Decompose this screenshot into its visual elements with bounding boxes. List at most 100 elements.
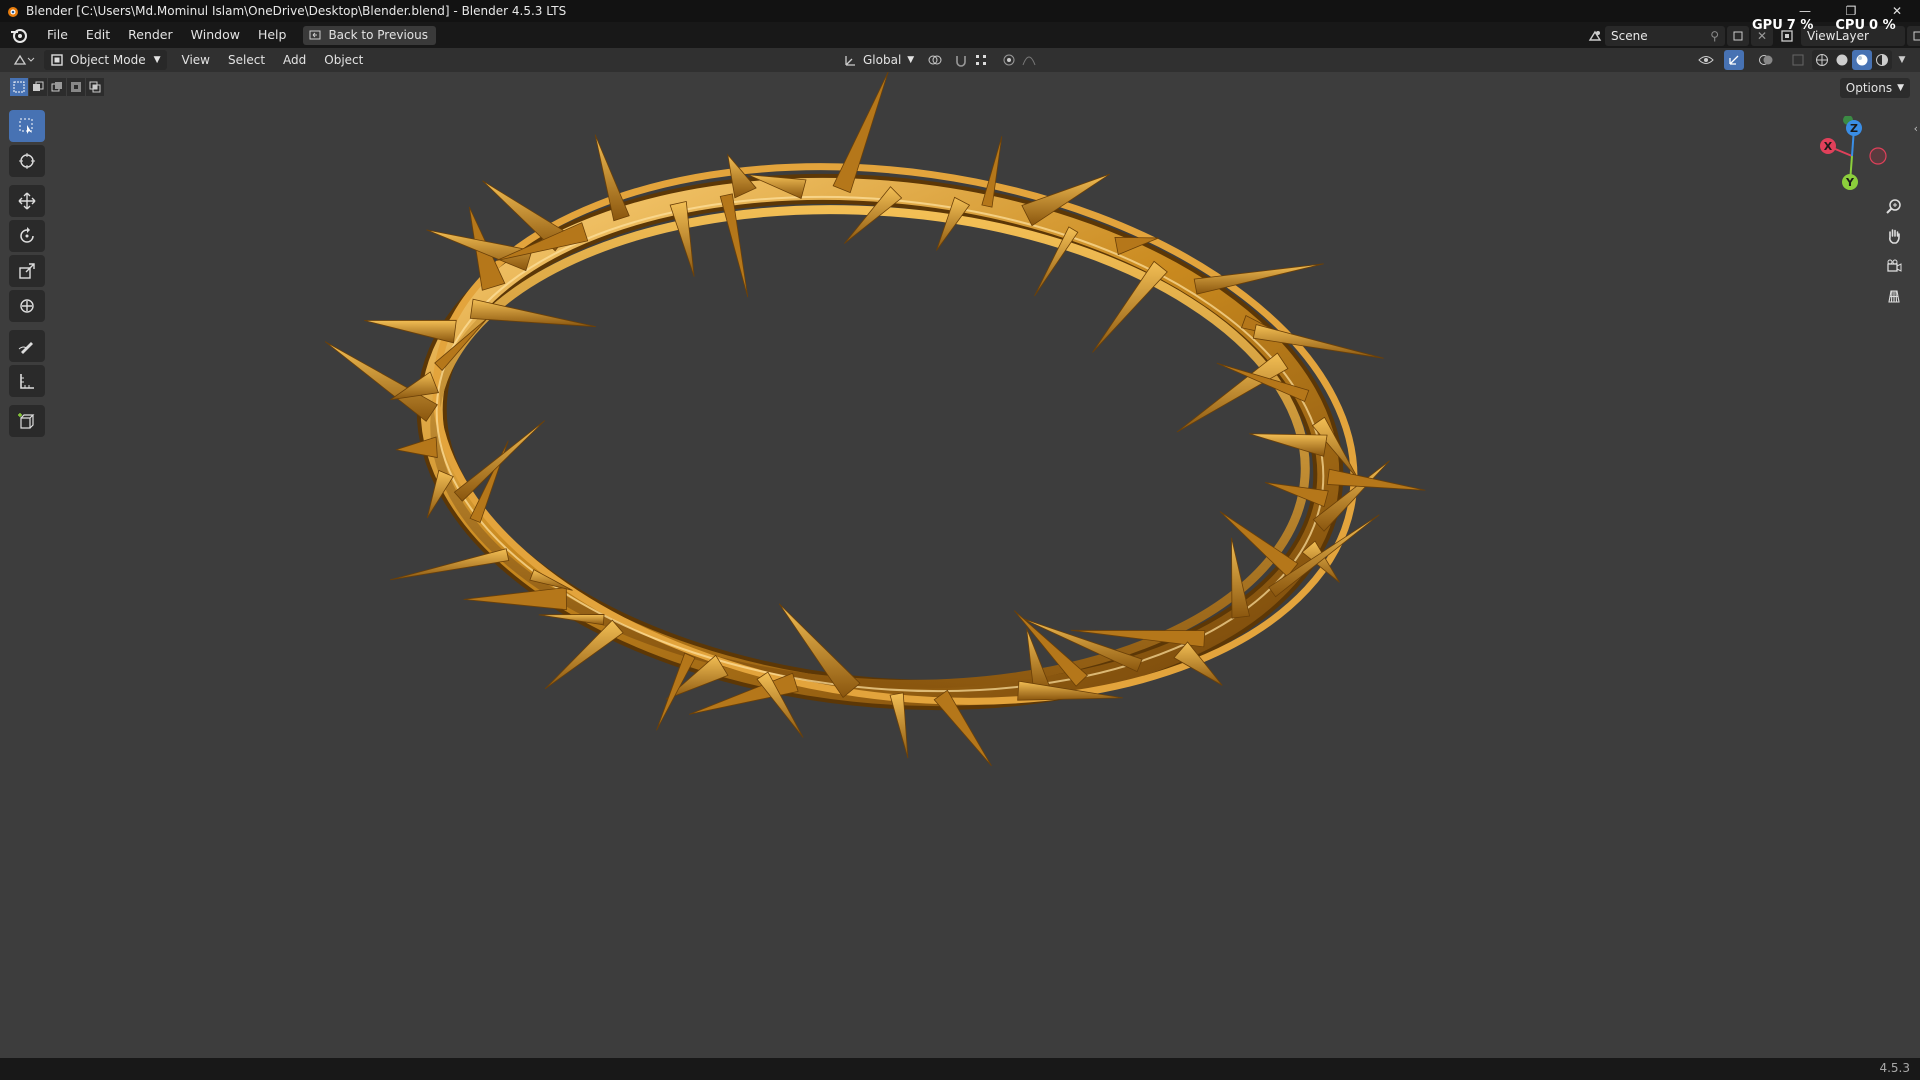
- window-title: Blender [C:\Users\Md.Mominul Islam\OneDr…: [26, 4, 567, 18]
- camera-view-icon[interactable]: [1880, 252, 1908, 280]
- menu-window[interactable]: Window: [182, 22, 249, 48]
- rendered-shading-icon[interactable]: [1872, 50, 1892, 70]
- gizmo-toggle-icon[interactable]: [1724, 50, 1744, 70]
- viewport-canvas[interactable]: [0, 72, 1920, 1058]
- scale-icon: [19, 263, 35, 279]
- transform-orientation-label: Global: [863, 53, 902, 67]
- menu-object[interactable]: Object: [315, 48, 372, 72]
- y-axis-label: Y: [1845, 176, 1855, 189]
- measure-ruler-icon: [20, 374, 34, 389]
- cpu-value: 0 %: [1869, 18, 1896, 33]
- rotate-tool[interactable]: [9, 220, 45, 252]
- z-axis-label: Z: [1850, 122, 1858, 135]
- falloff-curve-icon[interactable]: [1019, 50, 1039, 70]
- chevron-down-icon: ▼: [907, 55, 915, 65]
- zoom-icon[interactable]: [1880, 192, 1908, 220]
- version-label: 4.5.3: [1879, 1061, 1910, 1075]
- menu-file[interactable]: File: [38, 22, 77, 48]
- menu-view[interactable]: View: [173, 48, 219, 72]
- thorn-spike: [1193, 263, 1324, 295]
- orientation-axes-icon: [845, 56, 855, 66]
- resource-stats: GPU 7 % CPU 0 %: [1752, 18, 1900, 33]
- thorn-spike: [1249, 433, 1328, 457]
- add-cube-icon: [18, 413, 35, 429]
- annotate-tool[interactable]: [9, 330, 45, 362]
- material-preview-shading-icon[interactable]: [1852, 50, 1872, 70]
- screen-back-icon: [309, 30, 321, 40]
- object-mode-icon: [51, 54, 63, 66]
- scene-icon[interactable]: [1585, 26, 1605, 46]
- select-box-tool[interactable]: [9, 110, 45, 142]
- x-axis-label: X: [1824, 140, 1833, 153]
- viewport-display-tools: ▼: [1696, 50, 1912, 70]
- transform-orientation-dropdown[interactable]: Global ▼: [838, 50, 919, 70]
- transform-tools: Global ▼: [838, 50, 1039, 70]
- cpu-label: CPU: [1835, 18, 1865, 33]
- thorn-spike: [395, 436, 438, 459]
- thorn-spike: [364, 319, 457, 344]
- blender-logo-icon: [8, 7, 18, 17]
- transform-tool[interactable]: [9, 290, 45, 322]
- navigation-gizmo[interactable]: X Y Z: [1812, 116, 1892, 196]
- menu-help[interactable]: Help: [249, 22, 296, 48]
- object-mode-label: Object Mode: [70, 53, 146, 67]
- proportional-editing-icon[interactable]: [999, 50, 1019, 70]
- gpu-label: GPU: [1752, 18, 1783, 33]
- object-mode-dropdown[interactable]: Object Mode ▼: [44, 50, 167, 70]
- status-bar: 4.5.3: [0, 1058, 1920, 1080]
- visibility-icon[interactable]: [1696, 50, 1716, 70]
- gpu-value: 7 %: [1786, 18, 1814, 33]
- move-tool[interactable]: [9, 185, 45, 217]
- menu-render[interactable]: Render: [119, 22, 182, 48]
- back-to-previous-label: Back to Previous: [328, 28, 428, 42]
- thorn-spike: [544, 619, 624, 690]
- thorn-spike: [463, 587, 567, 611]
- menu-select[interactable]: Select: [219, 48, 274, 72]
- thorn-spike: [1176, 352, 1289, 433]
- crown-of-thorns-model[interactable]: [324, 72, 1426, 767]
- overlays-toggle-icon[interactable]: [1756, 50, 1776, 70]
- blender-menu-icon[interactable]: [10, 26, 28, 44]
- tool-shelf: [9, 110, 47, 440]
- thorn-spike: [832, 72, 889, 194]
- thorn-spike: [538, 614, 605, 626]
- snap-target-icon[interactable]: [971, 50, 991, 70]
- annotate-pencil-icon: [18, 342, 33, 354]
- cursor-icon: [19, 153, 35, 169]
- transform-icon: [20, 299, 34, 313]
- perspective-toggle-icon[interactable]: [1880, 282, 1908, 310]
- thorn-spike: [594, 134, 630, 222]
- negative-x-axis-handle[interactable]: [1869, 147, 1887, 165]
- new-scene-button[interactable]: [1727, 25, 1749, 46]
- shading-options-chevron-icon[interactable]: ▼: [1892, 50, 1912, 70]
- pin-icon[interactable]: ⚲: [1710, 29, 1719, 43]
- move-icon: [18, 192, 36, 210]
- scene-field[interactable]: Scene ⚲: [1605, 25, 1725, 46]
- pan-hand-icon[interactable]: [1880, 222, 1908, 250]
- xray-toggle-icon[interactable]: [1788, 50, 1808, 70]
- navigation-buttons: [1880, 192, 1910, 312]
- add-cube-tool[interactable]: [9, 405, 45, 437]
- thorn-spike: [469, 298, 596, 328]
- sidebar-expand-icon[interactable]: ‹: [1914, 122, 1918, 135]
- editor-type-button[interactable]: [8, 50, 40, 70]
- window-titlebar: Blender [C:\Users\Md.Mominul Islam\OneDr…: [0, 0, 1920, 22]
- thorn-spike: [389, 548, 510, 581]
- scene-name: Scene: [1611, 28, 1648, 43]
- thorn-spike: [453, 420, 545, 502]
- snap-toggle-icon[interactable]: [951, 50, 971, 70]
- solid-shading-icon[interactable]: [1832, 50, 1852, 70]
- cursor-tool[interactable]: [9, 145, 45, 177]
- thorn-spike: [719, 193, 749, 298]
- wireframe-shading-icon[interactable]: [1812, 50, 1832, 70]
- scale-tool[interactable]: [9, 255, 45, 287]
- select-box-icon: [19, 118, 33, 134]
- back-to-previous-button[interactable]: Back to Previous: [303, 25, 436, 45]
- pivot-point-icon[interactable]: [925, 50, 945, 70]
- chevron-down-icon: ▼: [153, 55, 161, 65]
- menu-edit[interactable]: Edit: [77, 22, 119, 48]
- new-view-layer-button[interactable]: [1907, 25, 1920, 46]
- measure-tool[interactable]: [9, 365, 45, 397]
- menu-add[interactable]: Add: [274, 48, 315, 72]
- rotate-icon: [20, 227, 34, 243]
